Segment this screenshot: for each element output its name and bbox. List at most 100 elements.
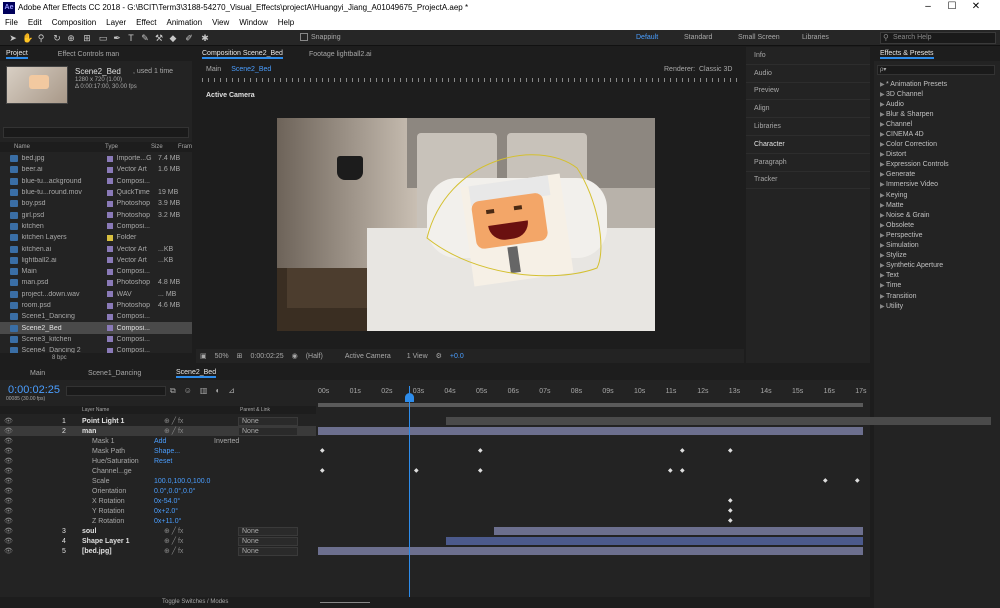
label-color-swatch[interactable] <box>106 325 113 332</box>
timeline-layer-row[interactable]: 👁 Mask Path Shape... <box>0 446 316 456</box>
roto-brush-tool-icon[interactable]: ✐ <box>184 33 194 43</box>
keyframe-icon[interactable]: ◆ <box>680 468 685 474</box>
panel-paragraph[interactable]: Paragraph <box>746 154 870 172</box>
project-item[interactable]: room.psd Photoshop 4.6 MB <box>0 300 192 311</box>
label-color-swatch[interactable] <box>106 302 113 309</box>
timeline-layer-row[interactable]: 👁 5 [bed.jpg] ⊕ ╱ fx None <box>0 546 316 556</box>
workspace-small-screen[interactable]: Small Screen <box>738 34 780 41</box>
label-color-swatch[interactable] <box>106 279 113 286</box>
timeline-layer-row[interactable]: 👁 Scale 100.0,100.0,100.0 <box>0 476 316 486</box>
av-switches-icon[interactable]: 👁 <box>0 487 62 495</box>
keyframe-icon[interactable]: ◆ <box>668 468 673 474</box>
timeline-layer-row[interactable]: 👁 4 Shape Layer 1 ⊕ ╱ fx None <box>0 536 316 546</box>
parent-dropdown[interactable]: None <box>238 536 298 546</box>
keyframe-icon[interactable]: ◆ <box>728 448 733 454</box>
effect-category[interactable]: ▶ Time <box>874 281 1000 291</box>
menu-effect[interactable]: Effect <box>131 16 161 30</box>
timeline-layer-row[interactable]: 👁 Hue/Saturation Reset <box>0 456 316 466</box>
tab-project[interactable]: Project <box>6 50 28 59</box>
timeline-search-input[interactable] <box>66 386 166 396</box>
effect-category[interactable]: ▶ Channel <box>874 119 1000 129</box>
tab-composition[interactable]: Composition Scene2_Bed <box>202 50 283 59</box>
breadcrumb-scene2[interactable]: Scene2_Bed <box>231 66 271 73</box>
effect-category[interactable]: ▶ CINEMA 4D <box>874 129 1000 139</box>
label-color-swatch[interactable] <box>106 291 113 298</box>
av-switches-icon[interactable]: 👁 <box>0 507 62 515</box>
av-switches-icon[interactable]: 👁 <box>0 477 62 485</box>
col-layer-name[interactable]: Layer Name <box>82 407 109 413</box>
label-color-swatch[interactable] <box>106 178 113 185</box>
workspace-standard[interactable]: Standard <box>684 34 712 41</box>
time-ruler[interactable]: 00s 01s 02s 03s 04s 05s 06s 07s 08s 09s 10s 11s 12s 1… <box>318 388 866 402</box>
bpc-label[interactable]: 8 bpc <box>52 355 67 361</box>
layer-name[interactable]: [bed.jpg] <box>74 548 164 555</box>
pan-behind-tool-icon[interactable]: ⊞ <box>82 33 92 43</box>
fast-previews-icon[interactable]: ⚙ <box>436 352 442 360</box>
project-item[interactable]: lightball2.ai Vector Art ...KB <box>0 255 192 266</box>
layer-switches[interactable]: ⊕ ╱ fx <box>164 527 238 535</box>
av-switches-icon[interactable]: 👁 <box>0 447 62 455</box>
search-help-input[interactable]: Search Help <box>880 32 996 44</box>
layer-duration-bar[interactable] <box>318 547 863 555</box>
av-switches-icon[interactable]: 👁 <box>0 537 62 545</box>
project-item[interactable]: boy.psd Photoshop 3.9 MB <box>0 198 192 209</box>
av-switches-icon[interactable]: 👁 <box>0 467 62 475</box>
panel-align[interactable]: Align <box>746 100 870 119</box>
av-switches-icon[interactable]: 👁 <box>0 427 62 435</box>
label-color-swatch[interactable] <box>106 268 113 275</box>
parent-dropdown[interactable]: None <box>238 426 298 436</box>
property-value[interactable]: Shape... <box>134 448 214 455</box>
layer-name[interactable]: man <box>74 428 164 435</box>
effect-category[interactable]: ▶ Perspective <box>874 230 1000 240</box>
snapping-checkbox[interactable] <box>300 33 308 41</box>
views-layout-dropdown[interactable]: 1 View <box>407 353 428 360</box>
clone-stamp-tool-icon[interactable]: ⚒ <box>154 33 164 43</box>
effect-category[interactable]: ▶ Synthetic Aperture <box>874 261 1000 271</box>
menu-view[interactable]: View <box>207 16 234 30</box>
label-color-swatch[interactable] <box>106 234 113 241</box>
label-color-swatch[interactable] <box>106 189 113 196</box>
col-type[interactable]: Type <box>105 144 118 150</box>
graph-editor-icon[interactable]: ⊿ <box>228 386 235 396</box>
type-tool-icon[interactable]: T <box>126 33 136 43</box>
timecode-display[interactable]: 0:00:02:25 <box>251 353 284 360</box>
menu-composition[interactable]: Composition <box>47 16 101 30</box>
col-size[interactable]: Size <box>151 144 163 150</box>
keyframe-icon[interactable]: ◆ <box>823 478 828 484</box>
tab-footage[interactable]: Footage lightball2.ai <box>309 51 372 58</box>
effect-category[interactable]: ▶ Color Correction <box>874 140 1000 150</box>
panel-audio[interactable]: Audio <box>746 65 870 83</box>
keyframe-icon[interactable]: ◆ <box>478 468 483 474</box>
resolution-dropdown[interactable]: (Half) <box>306 353 323 360</box>
pen-tool-icon[interactable]: ✒ <box>112 33 122 43</box>
zoom-tool-icon[interactable]: ⚲ <box>36 33 46 43</box>
effect-category[interactable]: ▶ * Animation Presets <box>874 79 1000 89</box>
property-value[interactable]: 0x+11.0° <box>134 518 214 525</box>
mask-path-overlay[interactable] <box>277 118 655 331</box>
layer-duration-bar[interactable] <box>494 527 863 535</box>
timeline-layer-row[interactable]: 👁 Z Rotation 0x+11.0° <box>0 516 316 526</box>
property-value[interactable]: 100.0,100.0,100.0 <box>134 478 214 485</box>
effect-category[interactable]: ▶ Generate <box>874 170 1000 180</box>
effect-category[interactable]: ▶ Stylize <box>874 251 1000 261</box>
draft-3d-icon[interactable]: ⧉ <box>170 386 176 396</box>
property-value[interactable]: 0.0°,0.0°,0.0° <box>134 488 214 495</box>
effect-category[interactable]: ▶ Transition <box>874 291 1000 301</box>
tab-main[interactable]: Main <box>6 370 88 377</box>
parent-dropdown[interactable]: None <box>238 526 298 536</box>
effect-category[interactable]: ▶ Utility <box>874 301 1000 311</box>
effect-category[interactable]: ▶ Expression Controls <box>874 160 1000 170</box>
tab-scene1[interactable]: Scene1_Dancing <box>88 370 176 377</box>
timeline-layer-row[interactable]: 👁 Orientation 0.0°,0.0°,0.0° <box>0 486 316 496</box>
effect-category[interactable]: ▶ Audio <box>874 99 1000 109</box>
project-item[interactable]: project...down.wav WAV ... MB <box>0 289 192 300</box>
project-item[interactable]: Scene1_Dancing Composi... <box>0 311 192 322</box>
keyframe-icon[interactable]: ◆ <box>680 448 685 454</box>
timeline-layer-row[interactable]: 👁 Channel...ge <box>0 466 316 476</box>
timeline-layer-row[interactable]: 👁 3 soul ⊕ ╱ fx None <box>0 526 316 536</box>
panel-libraries[interactable]: Libraries <box>746 118 870 136</box>
effect-category[interactable]: ▶ Simulation <box>874 241 1000 251</box>
effect-category[interactable]: ▶ Distort <box>874 150 1000 160</box>
effects-search-input[interactable]: ρ▾ <box>877 65 995 75</box>
project-item[interactable]: kitchen Composi... <box>0 221 192 232</box>
